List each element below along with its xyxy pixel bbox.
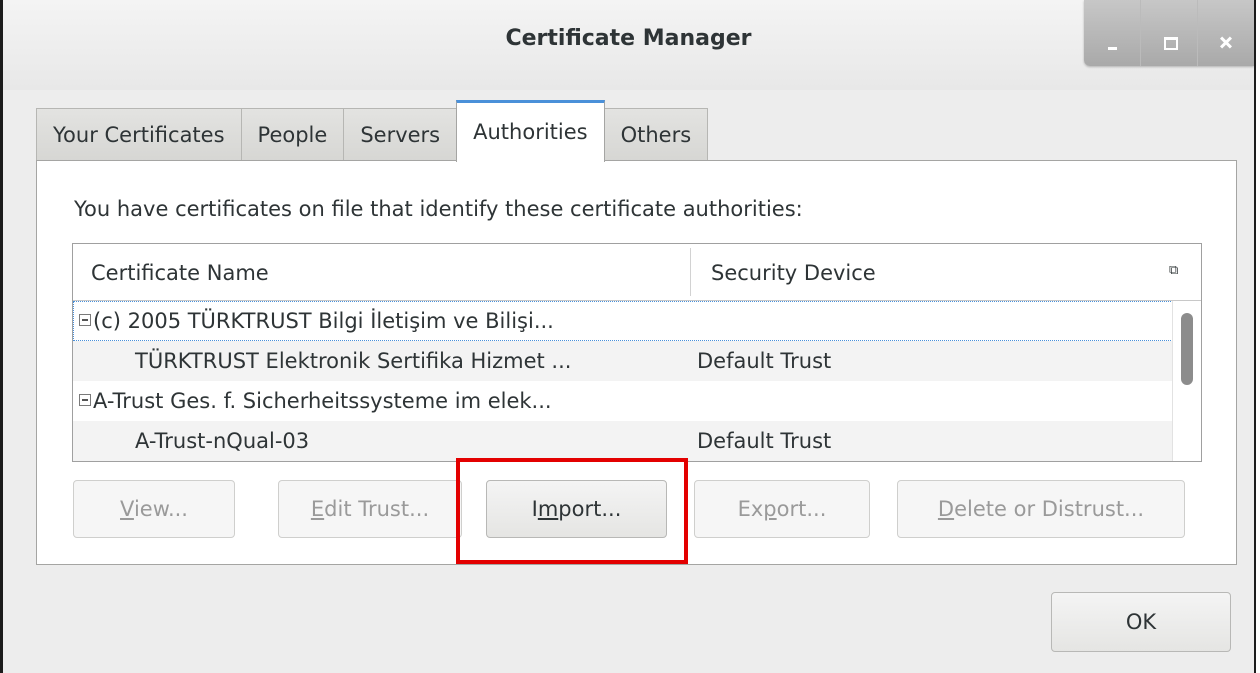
certificate-name: A-Trust-nQual-03: [135, 429, 310, 453]
authorities-panel: You have certificates on file that ident…: [36, 160, 1237, 565]
ok-button[interactable]: OK: [1051, 592, 1231, 652]
column-header-security-device[interactable]: Security Device: [711, 244, 876, 300]
certificate-manager-window: Certificate Manager Your Certificates Pe…: [0, 0, 1256, 673]
delete-or-distrust-button[interactable]: Delete or Distrust...: [897, 480, 1185, 538]
export-button-accel: p: [763, 497, 777, 521]
edit-trust-button-accel: E: [310, 497, 325, 521]
view-button-accel: V: [120, 497, 134, 521]
security-device: Default Trust: [697, 349, 832, 373]
import-button[interactable]: Import...: [486, 480, 667, 538]
close-button[interactable]: [1197, 0, 1254, 66]
edit-trust-button[interactable]: Edit Trust...: [278, 480, 462, 538]
tab-your-certificates[interactable]: Your Certificates: [36, 108, 242, 162]
vertical-scrollbar[interactable]: [1172, 301, 1201, 461]
title-bar[interactable]: Certificate Manager: [3, 0, 1254, 90]
tab-authorities[interactable]: Authorities: [456, 100, 605, 162]
export-button-post: ort...: [776, 497, 827, 521]
certificate-name: A-Trust Ges. f. Sicherheitssysteme im el…: [93, 389, 552, 413]
security-device: Default Trust: [697, 429, 832, 453]
view-button-post: iew...: [133, 497, 188, 521]
window-title: Certificate Manager: [505, 26, 752, 51]
import-button-post: port...: [558, 497, 622, 521]
export-button[interactable]: Export...: [694, 480, 870, 538]
tab-bar: Your Certificates People Servers Authori…: [36, 100, 709, 162]
tab-people[interactable]: People: [240, 108, 345, 162]
maximize-button[interactable]: [1140, 0, 1197, 66]
tab-others[interactable]: Others: [603, 108, 709, 162]
collapse-icon[interactable]: [79, 394, 91, 406]
scrollbar-thumb[interactable]: [1181, 313, 1193, 385]
edit-trust-button-post: dit Trust...: [324, 497, 430, 521]
column-header-certificate-name[interactable]: Certificate Name: [91, 244, 269, 300]
certificate-name: TÜRKTRUST Elektronik Sertifika Hizmet ..…: [135, 349, 572, 373]
tree-row-group[interactable]: A-Trust Ges. f. Sicherheitssysteme im el…: [73, 381, 1173, 421]
export-button-pre: Ex: [737, 497, 764, 521]
delete-button-post: elete or Distrust...: [954, 497, 1145, 521]
window-controls: [1084, 0, 1254, 66]
tree-header: Certificate Name Security Device ⧉: [73, 244, 1201, 301]
delete-button-accel: D: [937, 497, 955, 521]
certificate-name: (c) 2005 TÜRKTRUST Bilgi İletişim ve Bil…: [93, 309, 554, 333]
view-button[interactable]: View...: [73, 480, 235, 538]
tree-row[interactable]: TÜRKTRUST Elektronik Sertifika Hizmet ..…: [73, 341, 1173, 381]
tree-row[interactable]: A-Trust-nQual-03 Default Trust: [73, 421, 1173, 461]
minimize-button[interactable]: [1084, 0, 1140, 66]
certificate-tree[interactable]: Certificate Name Security Device ⧉ (c) 2…: [72, 243, 1202, 462]
tab-servers[interactable]: Servers: [343, 108, 458, 162]
collapse-icon[interactable]: [79, 314, 91, 326]
import-button-accel: m: [537, 497, 559, 521]
intro-text: You have certificates on file that ident…: [74, 197, 803, 221]
column-picker-icon[interactable]: ⧉: [1169, 264, 1183, 277]
column-divider[interactable]: [690, 248, 691, 296]
tree-row-group[interactable]: (c) 2005 TÜRKTRUST Bilgi İletişim ve Bil…: [73, 301, 1173, 341]
